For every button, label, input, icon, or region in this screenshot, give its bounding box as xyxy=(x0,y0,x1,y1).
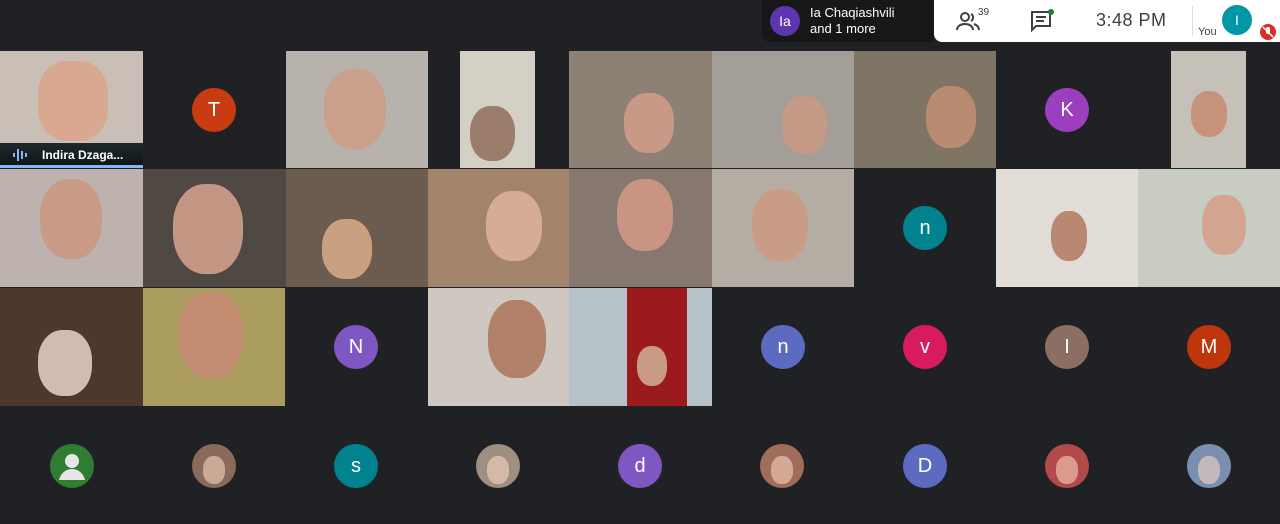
presenter-name: Ia Chaqiashvili xyxy=(810,5,895,20)
speaker-name: Indira Dzaga... xyxy=(42,148,124,162)
active-speaker-bar xyxy=(0,165,143,168)
participant-tile[interactable] xyxy=(569,169,712,287)
participant-initial: I xyxy=(1045,325,1089,369)
participant-tile[interactable] xyxy=(460,51,535,168)
participant-thumbnail[interactable] xyxy=(760,444,804,488)
presenter-more: and 1 more xyxy=(810,21,876,36)
participant-tile[interactable]: T xyxy=(143,51,286,168)
participant-tile[interactable] xyxy=(996,169,1138,287)
participant-thumbnail[interactable] xyxy=(1045,444,1089,488)
participant-tile[interactable] xyxy=(569,51,712,168)
participant-initial: n xyxy=(903,206,947,250)
participant-tile[interactable]: I xyxy=(996,288,1138,406)
participant-video xyxy=(173,184,243,274)
participant-video xyxy=(38,61,108,141)
participant-video xyxy=(1202,195,1246,255)
participant-tile[interactable] xyxy=(1171,51,1246,168)
participant-tile[interactable] xyxy=(0,288,143,406)
participant-tile[interactable]: n xyxy=(712,288,854,406)
participant-tile[interactable]: n xyxy=(854,169,996,287)
participant-initial[interactable]: D xyxy=(903,444,947,488)
participant-tile[interactable] xyxy=(143,288,285,406)
participant-video xyxy=(1051,211,1087,261)
presentation-indicator[interactable]: Ia Ia Chaqiashvili and 1 more xyxy=(762,0,934,42)
participant-video xyxy=(637,346,667,386)
participant-video xyxy=(324,69,386,149)
participant-initial: M xyxy=(1187,325,1231,369)
participant-initial[interactable]: s xyxy=(334,444,378,488)
participant-video xyxy=(624,93,674,153)
participant-tile[interactable] xyxy=(712,169,854,287)
chat-button[interactable] xyxy=(1030,9,1056,33)
participant-tile[interactable]: v xyxy=(854,288,996,406)
participant-initial: N xyxy=(334,325,378,369)
participant-video xyxy=(752,189,808,261)
participant-video xyxy=(1191,91,1227,137)
toolbar-divider xyxy=(1192,6,1193,36)
participant-tile[interactable] xyxy=(854,51,996,168)
people-button[interactable]: 39 xyxy=(956,7,996,34)
participant-video xyxy=(322,219,372,279)
mic-off-icon xyxy=(1260,24,1276,40)
speaking-indicator-icon xyxy=(13,149,27,161)
meeting-stage: Ia Ia Chaqiashvili and 1 more 39 3:48 PM xyxy=(0,0,1280,524)
participant-count: 39 xyxy=(978,7,990,18)
participant-initial: n xyxy=(761,325,805,369)
self-avatar[interactable]: I xyxy=(1222,5,1252,35)
participant-initial: T xyxy=(192,88,236,132)
default-avatar-icon[interactable] xyxy=(50,444,94,488)
participant-video xyxy=(470,106,515,161)
presenter-avatar: Ia xyxy=(770,6,800,36)
participant-thumbnail[interactable] xyxy=(192,444,236,488)
participant-video xyxy=(486,191,542,261)
people-icon xyxy=(956,12,980,31)
participant-video xyxy=(926,86,976,148)
participant-tile-speaker[interactable]: Indira Dzaga... xyxy=(0,51,143,168)
participant-tile[interactable] xyxy=(286,51,428,168)
participant-tile[interactable] xyxy=(0,169,143,287)
participant-thumbnail[interactable] xyxy=(476,444,520,488)
participant-tile[interactable]: N xyxy=(285,288,428,406)
participant-tile[interactable]: M xyxy=(1138,288,1280,406)
participant-tile[interactable] xyxy=(286,169,428,287)
participant-tile[interactable]: K xyxy=(996,51,1139,168)
presenter-label: Ia Chaqiashvili and 1 more xyxy=(810,5,895,37)
participant-initial: K xyxy=(1045,88,1089,132)
participant-video xyxy=(782,96,827,154)
top-toolbar: 39 3:48 PM You I xyxy=(934,0,1280,42)
participant-tile[interactable] xyxy=(428,169,569,287)
participant-video xyxy=(617,179,673,251)
self-label: You xyxy=(1198,26,1217,38)
participant-video xyxy=(40,179,102,259)
participant-video xyxy=(38,330,92,396)
participant-initial: v xyxy=(903,325,947,369)
participant-tile[interactable] xyxy=(143,169,286,287)
participant-initial[interactable]: d xyxy=(618,444,662,488)
participant-tile[interactable] xyxy=(428,288,569,406)
participant-thumbnail[interactable] xyxy=(1187,444,1231,488)
participant-video xyxy=(179,292,243,378)
participant-tile[interactable] xyxy=(569,288,712,406)
participant-tile[interactable] xyxy=(1138,169,1280,287)
clock: 3:48 PM xyxy=(1096,10,1167,30)
chat-icon xyxy=(1031,9,1054,33)
participant-tile[interactable] xyxy=(712,51,854,168)
participant-video xyxy=(488,300,546,378)
